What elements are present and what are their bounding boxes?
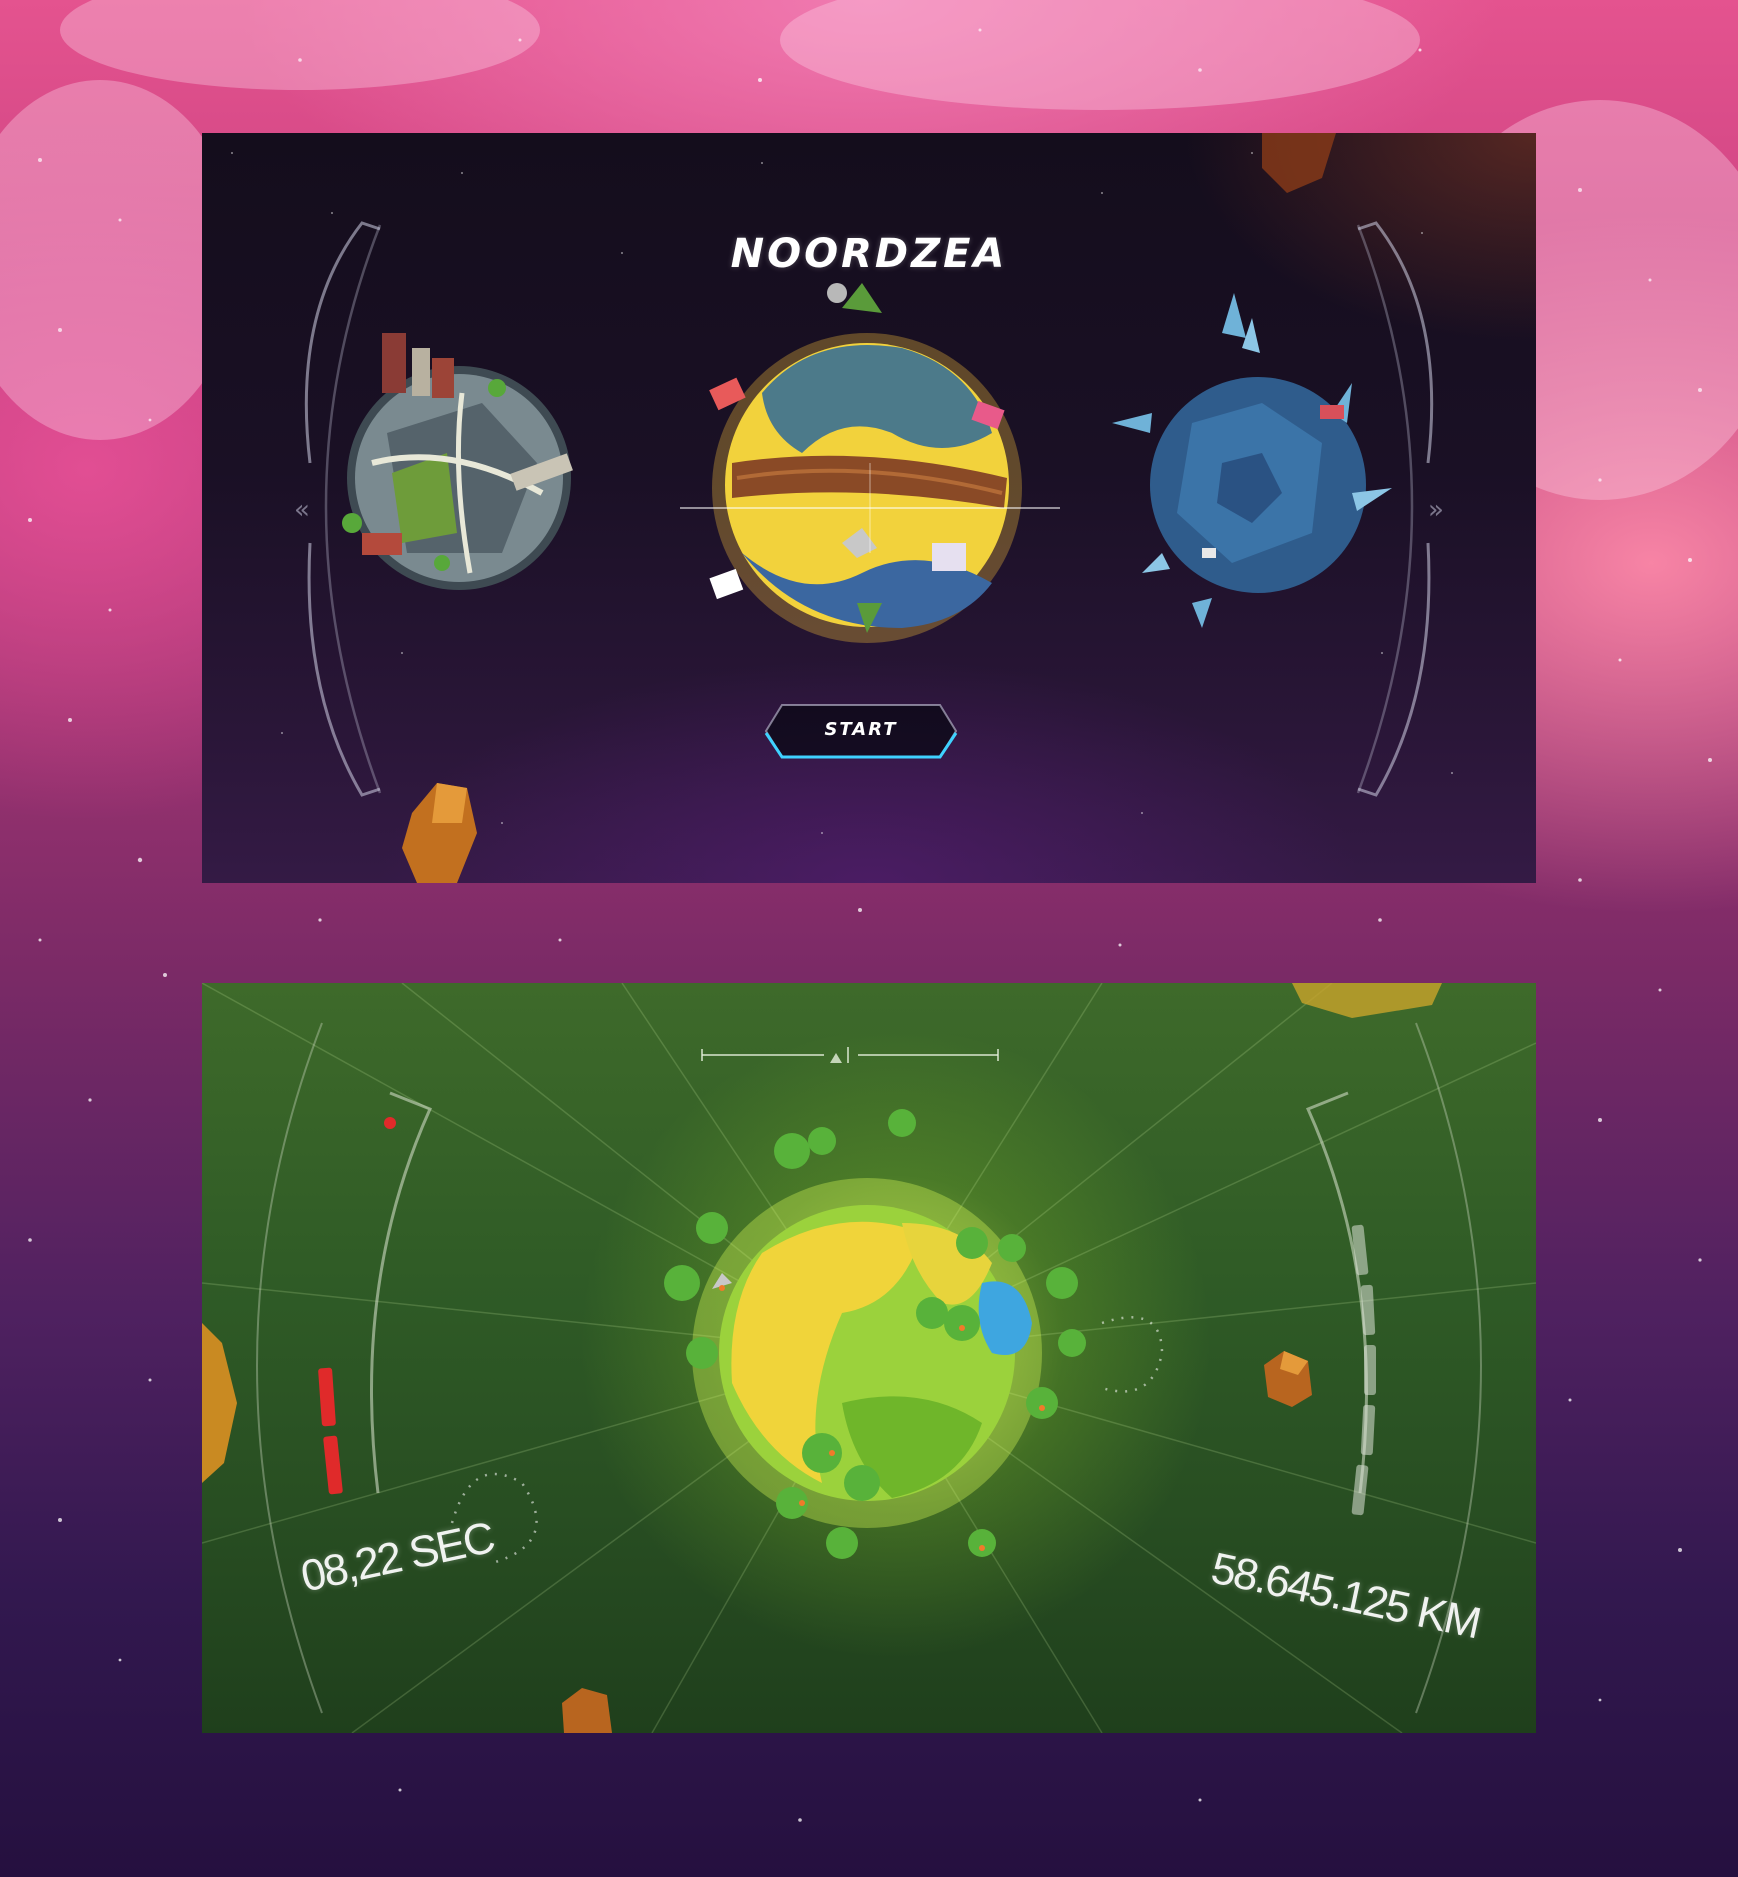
asteroid	[1292, 983, 1442, 1018]
next-planet-button[interactable]: »	[1416, 495, 1456, 525]
flight-scene	[202, 983, 1536, 1733]
crystal-planet[interactable]	[1112, 293, 1392, 628]
asteroid	[1262, 133, 1336, 193]
level-title: NOORDZEA	[730, 231, 1008, 277]
heading-indicator	[701, 1047, 999, 1063]
flight-screen: 08,22 SEC 58.645.125 KM	[202, 983, 1536, 1733]
asteroid	[562, 1688, 612, 1733]
level-select-screen: NOORDZEA « » START	[202, 133, 1536, 883]
asteroid	[202, 1323, 237, 1483]
health-meter	[318, 1117, 396, 1495]
previous-planet-button[interactable]: «	[282, 495, 322, 525]
double-chevron-left-icon: «	[294, 495, 310, 525]
asteroid	[1264, 1351, 1312, 1407]
forest-planet[interactable]	[664, 1109, 1086, 1559]
asteroid	[402, 783, 477, 883]
beach-planet[interactable]	[680, 283, 1060, 643]
city-planet[interactable]	[342, 333, 573, 590]
double-chevron-right-icon: »	[1428, 495, 1444, 525]
start-label: START	[824, 719, 898, 740]
start-button[interactable]: START	[764, 703, 958, 759]
